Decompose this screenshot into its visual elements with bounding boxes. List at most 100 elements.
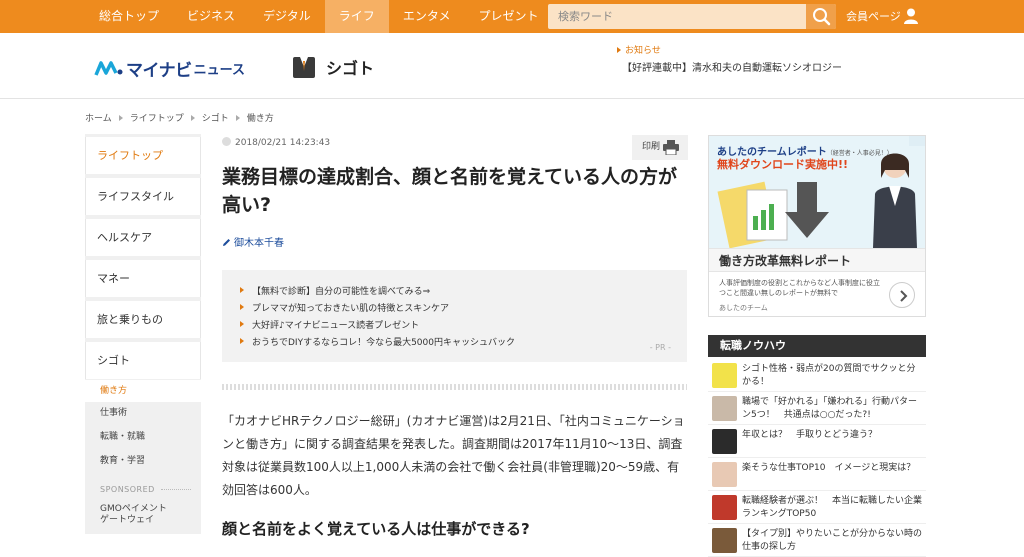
notice-link[interactable]: 【好評連載中】清水和夫の自動運転ソシオロジー	[622, 59, 842, 74]
knowhow-thumbnail	[712, 528, 737, 553]
ad-source: あしたのチーム	[719, 304, 768, 312]
sponsored-divider	[160, 489, 191, 490]
suit-icon	[293, 57, 315, 78]
sidebar-item-healthcare[interactable]: ヘルスケア	[85, 219, 201, 256]
author-link[interactable]: 御木本千春	[222, 234, 284, 249]
knowhow-item-title: 年収とは？ 手取りとどう違う？	[742, 430, 878, 440]
breadcrumb-separator-icon	[190, 114, 195, 121]
pr-arrow-icon	[240, 321, 244, 327]
breadcrumb-separator-icon	[118, 114, 123, 121]
member-page-link[interactable]: 会員ページ	[846, 0, 918, 33]
pr-link-text: プレママが知っておきたい肌の特徴とスキンケア	[252, 304, 450, 314]
category-tabs: 総合トップ ビジネス デジタル ライフ エンタメ プレゼント	[85, 0, 552, 33]
article-date-text: 2018/02/21 14:23:43	[235, 138, 331, 148]
knowhow-thumbnail	[712, 462, 737, 487]
notice-label-text: お知らせ	[625, 46, 661, 56]
breadcrumb-life-top[interactable]: ライフトップ	[130, 111, 184, 124]
knowhow-item-title: 職場で「好かれる」「嫌われる」行動パターン5つ！ 共通点は○○だった?!	[742, 397, 918, 420]
pr-links-box: 【無料で診断】自分の可能性を調べてみる⇒ プレママが知っておきたい肌の特徴とスキ…	[222, 270, 687, 362]
article-title: 業務目標の達成割合、顔と名前を覚えている人の方が高い?	[222, 166, 678, 216]
member-page-label: 会員ページ	[846, 10, 901, 23]
knowhow-item-title: 転職経験者が選ぶ！ 本当に転職したい企業ランキングTOP50	[742, 496, 923, 519]
sidebar-item-lifestyle[interactable]: ライフスタイル	[85, 178, 201, 215]
author-name: 御木本千春	[234, 238, 284, 249]
ad-next-button[interactable]	[889, 282, 915, 308]
print-button[interactable]: 印刷	[632, 135, 688, 160]
pr-arrow-icon	[240, 338, 244, 344]
tab-life[interactable]: ライフ	[324, 0, 389, 33]
article-date: 2018/02/21 14:23:43	[222, 137, 330, 148]
sponsored-label-text: SPONSORED	[100, 485, 155, 494]
knowhow-item[interactable]: 年収とは？ 手取りとどう違う？	[708, 425, 926, 458]
knowhow-heading: 転職ノウハウ	[708, 335, 926, 357]
sidebar-item-life-top[interactable]: ライフトップ	[85, 137, 201, 174]
knowhow-item[interactable]: シゴト性格・弱点が20の質問でサクッと分かる！	[708, 359, 926, 392]
breadcrumb-separator-icon	[235, 114, 240, 121]
adchoices-icon[interactable]	[909, 136, 925, 146]
pr-arrow-icon	[240, 304, 244, 310]
pr-link[interactable]: プレママが知っておきたい肌の特徴とスキンケア	[240, 301, 449, 314]
article-body: 「カオナビHRテクノロジー総研」(カオナビ運営)は2月21日、「社内コミュニケー…	[222, 414, 685, 497]
printer-icon	[663, 140, 679, 155]
sidebar-subitem-hatarakikata[interactable]: 働き方	[85, 380, 201, 402]
mynavi-news-logo[interactable]: マイナビ ニュース	[94, 57, 246, 81]
knowhow-thumbnail	[712, 396, 737, 421]
sidebar-subitem-job-change[interactable]: 転職・就職	[85, 426, 201, 448]
knowhow-item[interactable]: 楽そうな仕事TOP10 イメージと現実は？	[708, 458, 926, 491]
sidebar-item-travel[interactable]: 旅と乗りもの	[85, 301, 201, 338]
document-illustration-icon	[717, 181, 829, 248]
pr-link-text: おうちでDIYするならコレ！今なら最大5000円キャッシュバック	[252, 338, 515, 348]
user-icon	[904, 8, 918, 24]
breadcrumb-home[interactable]: ホーム	[85, 111, 112, 124]
knowhow-thumbnail	[712, 363, 737, 388]
tab-digital[interactable]: デジタル	[249, 0, 325, 33]
knowhow-item[interactable]: 【タイプ別】やりたいことが分からない時の仕事の探し方	[708, 524, 926, 557]
sponsored-link-line2: ゲートウェイ	[100, 515, 155, 525]
section-logo-text: シゴト	[326, 59, 375, 78]
notice-label: お知らせ	[617, 43, 661, 56]
search-button[interactable]	[806, 4, 836, 29]
site-header: マイナビ ニュース シゴト お知らせ 【好評連載中】清水和夫の自動運転ソシオロジ…	[0, 33, 1024, 99]
sidebar-item-money[interactable]: マネー	[85, 260, 201, 297]
sidebar-subitem-shigotojutsu[interactable]: 仕事術	[85, 402, 201, 424]
search-icon	[813, 8, 831, 26]
logo-sub-text: ニュース	[193, 62, 246, 78]
advertisement-banner[interactable]: あしたのチームレポート（経営者・人事必見！） 無料ダウンロード実施中!! 働き方…	[708, 135, 926, 317]
ad-title-bar: 働き方改革無料レポート	[709, 248, 925, 272]
knowhow-thumbnail	[712, 429, 737, 454]
search-box	[548, 4, 836, 29]
print-label: 印刷	[642, 142, 661, 152]
pr-link[interactable]: 大好評♪マイナビニュース読者プレゼント	[240, 318, 419, 331]
tab-top[interactable]: 総合トップ	[85, 0, 173, 33]
sponsored-label: SPONSORED	[100, 485, 191, 494]
pr-link[interactable]: 【無料で診断】自分の可能性を調べてみる⇒	[240, 284, 430, 297]
sponsored-link-line1: GMOペイメント	[100, 504, 167, 514]
shigoto-section-logo[interactable]: シゴト	[292, 55, 374, 79]
mynavi-logo-mark-icon	[94, 61, 123, 76]
pr-arrow-icon	[240, 287, 244, 293]
logo-main-text: マイナビ	[126, 60, 192, 81]
knowhow-item-title: 楽そうな仕事TOP10 イメージと現実は？	[742, 463, 916, 473]
breadcrumb: ホーム ライフトップ シゴト 働き方	[85, 111, 274, 124]
notice-arrow-icon	[617, 47, 621, 53]
sponsored-link[interactable]: GMOペイメント ゲートウェイ	[100, 504, 167, 526]
pr-link-text: 【無料で診断】自分の可能性を調べてみる⇒	[252, 287, 431, 297]
knowhow-item-title: シゴト性格・弱点が20の質問でサクッと分かる！	[742, 364, 916, 387]
tab-present[interactable]: プレゼント	[464, 0, 552, 33]
section-divider	[222, 384, 687, 390]
chevron-right-icon	[900, 290, 908, 302]
ad-visual: あしたのチームレポート（経営者・人事必見！） 無料ダウンロード実施中!!	[709, 136, 925, 248]
pen-icon	[223, 239, 230, 246]
pr-link-text: 大好評♪マイナビニュース読者プレゼント	[252, 321, 420, 331]
search-input[interactable]	[548, 4, 806, 29]
knowhow-item[interactable]: 職場で「好かれる」「嫌われる」行動パターン5つ！ 共通点は○○だった?!	[708, 392, 926, 425]
breadcrumb-shigoto[interactable]: シゴト	[202, 111, 229, 124]
knowhow-item[interactable]: 転職経験者が選ぶ！ 本当に転職したい企業ランキングTOP50	[708, 491, 926, 524]
pr-link[interactable]: おうちでDIYするならコレ！今なら最大5000円キャッシュバック	[240, 335, 515, 348]
sidebar-subitem-education[interactable]: 教育・学習	[85, 450, 201, 472]
category-sidebar: ライフトップ ライフスタイル ヘルスケア マネー 旅と乗りもの シゴト 働き方 …	[85, 134, 201, 534]
businesswoman-illustration-icon	[873, 153, 917, 248]
tab-business[interactable]: ビジネス	[173, 0, 249, 33]
tab-entertainment[interactable]: エンタメ	[389, 0, 465, 33]
sidebar-item-shigoto[interactable]: シゴト	[85, 342, 201, 379]
